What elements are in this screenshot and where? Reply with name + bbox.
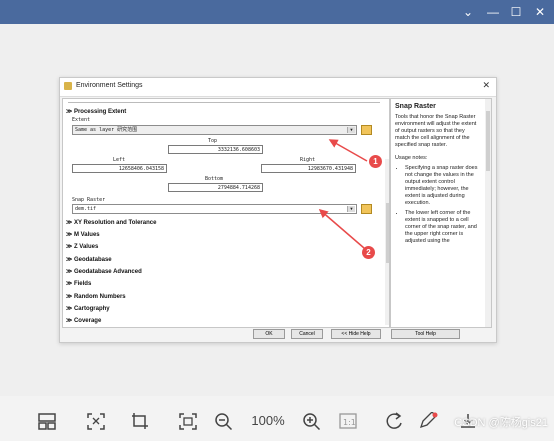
zoom-level: 100% <box>251 413 285 428</box>
annotation-arrows <box>318 139 368 249</box>
fullscreen-icon[interactable] <box>178 412 198 430</box>
zoom-in-icon[interactable] <box>302 412 322 430</box>
layout-icon[interactable] <box>37 412 57 430</box>
svg-text:1:1: 1:1 <box>343 418 356 427</box>
viewer-toolbar: 100% 1:1 CSDN @陈杨gis21 <box>0 396 554 441</box>
fit-icon[interactable] <box>86 412 106 430</box>
crop-icon[interactable] <box>131 412 151 430</box>
zoom-out-icon[interactable] <box>214 412 234 430</box>
edit-icon[interactable] <box>418 412 438 430</box>
arrow-1 <box>328 139 368 162</box>
annotation-badge-2: 2 <box>362 246 375 259</box>
annotation-badge-1: 1 <box>369 155 382 168</box>
watermark: CSDN @陈杨gis21 <box>454 417 548 429</box>
actual-size-icon[interactable]: 1:1 <box>338 412 358 430</box>
arrow-2 <box>318 209 365 249</box>
rotate-icon[interactable] <box>385 412 405 430</box>
